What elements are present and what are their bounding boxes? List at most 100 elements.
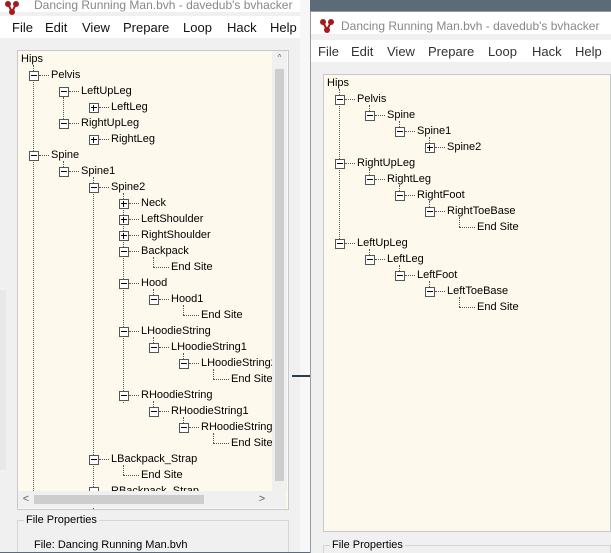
vertical-scrollbar[interactable]: ^ [272, 51, 287, 491]
collapse-icon[interactable] [335, 239, 345, 249]
tree-node[interactable]: Hips [327, 77, 349, 90]
collapse-icon[interactable] [119, 327, 129, 337]
tree-node[interactable]: RightShoulder [141, 229, 211, 242]
collapse-icon[interactable] [59, 87, 69, 97]
collapse-icon[interactable] [149, 295, 159, 305]
menu-prepare[interactable]: Prepare [123, 20, 169, 35]
menu-help[interactable]: Help [575, 44, 602, 59]
hierarchy-tree[interactable]: Hips Pelvis LeftUpLeg LeftLeg RightUpLeg… [17, 50, 289, 510]
tree-node[interactable]: RightLeg [111, 133, 155, 146]
tree-node[interactable]: End Site [231, 373, 273, 386]
tree-node[interactable]: Spine [51, 149, 79, 162]
tree-node[interactable]: RightUpLeg [81, 117, 139, 130]
collapse-icon[interactable] [119, 247, 129, 257]
collapse-icon[interactable] [119, 391, 129, 401]
tree-node[interactable]: RHoodieString1 [171, 405, 249, 418]
menu-file[interactable]: File [12, 20, 33, 35]
collapse-icon[interactable] [59, 119, 69, 129]
collapse-icon[interactable] [335, 95, 345, 105]
tree-node[interactable]: LHoodieString2 [201, 357, 277, 370]
tree-node[interactable]: LeftToeBase [447, 285, 508, 298]
tree-node[interactable]: RightToeBase [447, 205, 516, 218]
collapse-icon[interactable] [395, 271, 405, 281]
collapse-icon[interactable] [89, 183, 99, 193]
tree-node[interactable]: LeftLeg [111, 101, 148, 114]
horizontal-scrollbar[interactable]: < > [18, 491, 286, 508]
scroll-thumb[interactable] [34, 495, 204, 504]
expand-icon[interactable] [89, 103, 99, 113]
tree-node[interactable]: RHoodieString [141, 389, 213, 402]
collapse-icon[interactable] [365, 111, 375, 121]
tree-node[interactable]: End Site [477, 301, 519, 314]
menu-hack[interactable]: Hack [532, 44, 562, 59]
menu-edit[interactable]: Edit [351, 44, 373, 59]
collapse-icon[interactable] [149, 407, 159, 417]
tree-node[interactable]: Spine1 [417, 125, 451, 138]
menu-edit[interactable]: Edit [45, 20, 67, 35]
expand-icon[interactable] [425, 143, 435, 153]
collapse-icon[interactable] [335, 159, 345, 169]
collapse-icon[interactable] [59, 167, 69, 177]
menu-file[interactable]: File [318, 44, 339, 59]
tree-node[interactable]: RHoodieString2 [201, 421, 279, 434]
tree-node[interactable]: Hood1 [171, 293, 203, 306]
tree-node[interactable]: End Site [171, 261, 213, 274]
collapse-icon[interactable] [29, 71, 39, 81]
collapse-icon[interactable] [365, 175, 375, 185]
menu-view[interactable]: View [387, 44, 415, 59]
menu-hack[interactable]: Hack [227, 20, 257, 35]
tree-node[interactable]: LeftFoot [417, 269, 457, 282]
menu-help[interactable]: Help [270, 20, 297, 35]
collapse-icon[interactable] [395, 127, 405, 137]
tree-node[interactable]: Backpack [141, 245, 189, 258]
scroll-left-arrow[interactable]: < [20, 493, 32, 505]
scroll-up-arrow[interactable]: ^ [274, 53, 285, 62]
tree-node[interactable]: Spine2 [447, 141, 481, 154]
tree-node[interactable]: Spine [387, 109, 415, 122]
collapse-icon[interactable] [425, 207, 435, 217]
tree-node[interactable]: Neck [141, 197, 166, 210]
collapse-icon[interactable] [179, 359, 189, 369]
collapse-icon[interactable] [119, 279, 129, 289]
collapse-icon[interactable] [395, 191, 405, 201]
collapse-icon[interactable] [179, 423, 189, 433]
tree-node[interactable]: End Site [201, 309, 243, 322]
tree-node[interactable]: Pelvis [51, 69, 80, 82]
collapse-icon[interactable] [365, 255, 375, 265]
tree-node[interactable]: LeftUpLeg [357, 237, 408, 250]
tree-node[interactable]: Pelvis [357, 93, 386, 106]
tree-node[interactable]: End Site [477, 221, 519, 234]
menu-view[interactable]: View [82, 20, 110, 35]
tree-node[interactable]: LeftUpLeg [81, 85, 132, 98]
collapse-icon[interactable] [89, 455, 99, 465]
hierarchy-tree[interactable]: Hips Pelvis Spine Spine1 Spine2 RightUpL… [323, 74, 611, 532]
collapse-icon[interactable] [425, 287, 435, 297]
scroll-right-arrow[interactable]: > [256, 493, 268, 505]
expand-icon[interactable] [119, 231, 129, 241]
tree-node[interactable]: LeftShoulder [141, 213, 203, 226]
tree-node[interactable]: LHoodieString [141, 325, 211, 338]
tree-node[interactable]: LHoodieString1 [171, 341, 247, 354]
title-bar[interactable]: Dancing Running Man.bvh - davedub's bvha… [0, 0, 300, 15]
tree-node[interactable]: LeftLeg [387, 253, 424, 266]
expand-icon[interactable] [119, 199, 129, 209]
tree-node[interactable]: LBackpack_Strap [111, 453, 197, 466]
collapse-icon[interactable] [29, 151, 39, 161]
tree-node[interactable]: RightLeg [387, 173, 431, 186]
menu-loop[interactable]: Loop [183, 20, 212, 35]
tree-node[interactable]: Spine2 [111, 181, 145, 194]
tree-node[interactable]: RightUpLeg [357, 157, 415, 170]
expand-icon[interactable] [119, 215, 129, 225]
tree-node[interactable]: RightFoot [417, 189, 465, 202]
expand-icon[interactable] [89, 135, 99, 145]
menu-prepare[interactable]: Prepare [428, 44, 474, 59]
collapse-icon[interactable] [149, 343, 159, 353]
tree-node[interactable]: End Site [141, 469, 183, 482]
scroll-thumb[interactable] [275, 69, 284, 481]
tree-node[interactable]: Hood [141, 277, 167, 290]
tree-node[interactable]: Spine1 [81, 165, 115, 178]
title-bar[interactable]: Dancing Running Man.bvh - davedub's bvha… [311, 12, 611, 34]
menu-loop[interactable]: Loop [488, 44, 517, 59]
tree-node[interactable]: End Site [231, 437, 273, 450]
tree-node[interactable]: Hips [21, 53, 43, 66]
